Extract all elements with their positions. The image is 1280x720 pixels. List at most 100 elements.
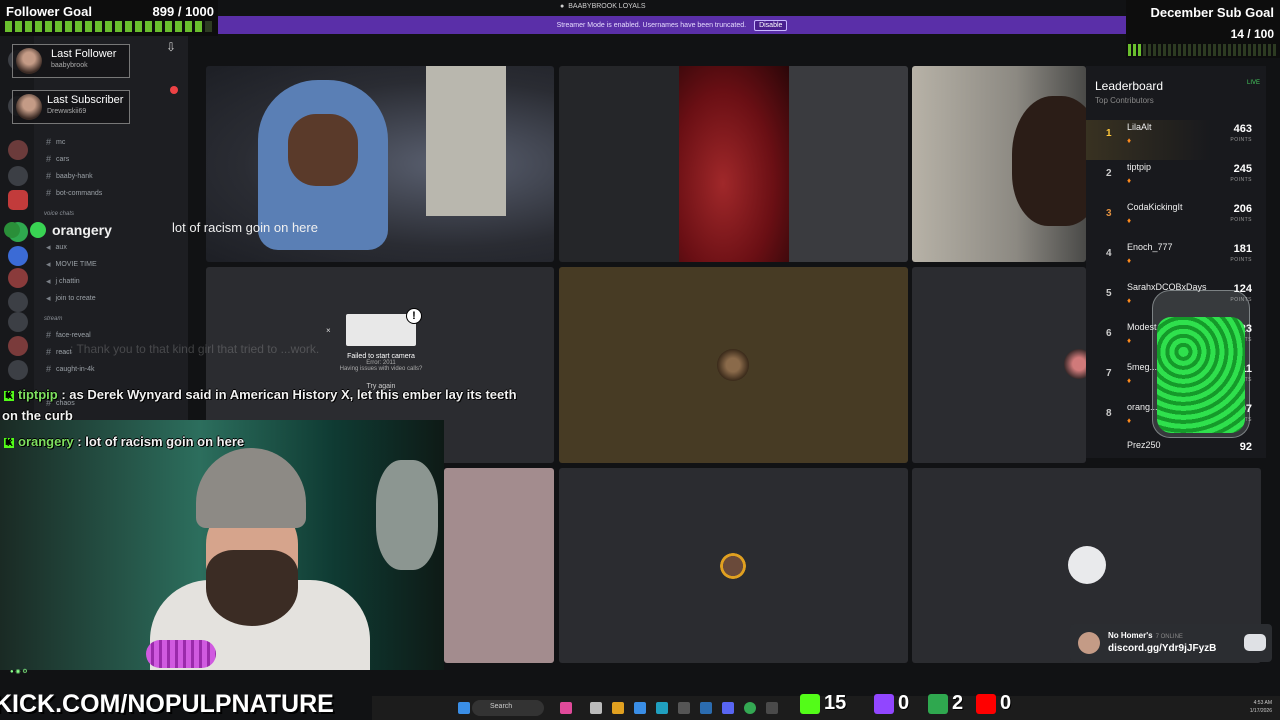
- last-follower-name: baabybrook: [51, 62, 88, 69]
- video-tile[interactable]: [444, 468, 554, 663]
- app-icon[interactable]: [590, 702, 602, 714]
- server-icon[interactable]: [8, 360, 28, 380]
- participant-avatar: [717, 349, 749, 381]
- chat-message: Ktiptpip : as Derek Wynyard said in Amer…: [4, 387, 517, 402]
- streamer-beanie: [196, 448, 306, 528]
- server-icon[interactable]: [8, 292, 28, 312]
- speaker-name: orangery: [52, 222, 112, 238]
- camera-error-panel: × Failed to start camera Error: 2011 Hav…: [326, 308, 434, 390]
- camera-error-icon: [346, 308, 422, 346]
- chat-username: tiptpip: [18, 387, 58, 402]
- microphone: [146, 640, 216, 668]
- camera-error-help[interactable]: Having issues with video calls?: [328, 366, 434, 372]
- speaker-avatar: [30, 222, 46, 238]
- leaderboard-row: 3 CodaKickingIt ♦ 206 POINTS: [1086, 200, 1266, 240]
- kick-icon: [800, 693, 820, 714]
- category-stream[interactable]: stream: [44, 316, 62, 322]
- discord-invite-card[interactable]: No Homer's 7 ONLINE discord.gg/Ydr9jJFyzB: [1070, 624, 1272, 662]
- server-icon[interactable]: [8, 336, 28, 356]
- video-tile[interactable]: [559, 468, 908, 663]
- youtube-viewer-stat: 0: [976, 692, 1011, 715]
- follower-goal-count: 899 / 1000: [152, 4, 214, 19]
- obs-icon[interactable]: [766, 702, 778, 714]
- voice-channel-item[interactable]: ◂ j chattin: [46, 276, 80, 287]
- green-platform-icon: [928, 693, 948, 714]
- points-label: POINTS: [1230, 257, 1252, 263]
- speaker-icon: ◂: [46, 293, 51, 303]
- server-icon[interactable]: [8, 268, 28, 288]
- leaderboard-name: Prez250: [1127, 440, 1161, 450]
- server-icon[interactable]: [8, 140, 28, 160]
- speaker-icon: ◂: [46, 276, 51, 286]
- leaderboard-row: 1 LilaAlt ♦ 463 POINTS: [1086, 120, 1266, 160]
- fire-icon: ♦: [1127, 176, 1132, 185]
- background-door: [426, 66, 506, 216]
- hash-icon: #: [46, 137, 52, 147]
- leaderboard-rank: 5: [1106, 288, 1112, 299]
- app-icon[interactable]: [560, 702, 572, 714]
- video-tile[interactable]: [912, 66, 1086, 262]
- fire-icon: ♦: [1127, 216, 1132, 225]
- points-label: POINTS: [1230, 137, 1252, 143]
- twitch-viewer-stat: 0: [874, 692, 909, 715]
- channel-item[interactable]: # mc: [46, 137, 65, 147]
- channel-item[interactable]: # face-reveal: [46, 330, 91, 340]
- default-avatar-icon: [1068, 546, 1106, 584]
- channel-item[interactable]: # baaby-hank: [46, 171, 93, 181]
- leaderboard-points: 206: [1233, 203, 1252, 215]
- window-title: ● BAABYBROOK LOYALS: [560, 3, 646, 10]
- leaderboard-rank: 8: [1106, 408, 1112, 419]
- taskbar-search[interactable]: Search: [472, 700, 544, 716]
- windows-start-icon[interactable]: [458, 702, 470, 714]
- steam-icon[interactable]: [722, 702, 734, 714]
- speech-caption: lot of racism goin on here: [172, 220, 318, 235]
- server-icon[interactable]: [8, 166, 28, 186]
- video-tile[interactable]: [559, 267, 908, 463]
- voice-channel-item[interactable]: ◂ MOVIE TIME: [46, 259, 97, 270]
- fire-icon: ♦: [1127, 296, 1132, 305]
- server-icon[interactable]: [8, 190, 28, 210]
- twitch-icon: [874, 693, 894, 714]
- notification-badge: [170, 86, 178, 94]
- participant-face: [288, 114, 358, 186]
- last-subscriber-card: Last Subscriber Drewwskii69: [12, 90, 130, 124]
- fire-icon: ♦: [1127, 376, 1132, 385]
- disable-button[interactable]: Disable: [754, 19, 788, 31]
- channel-item[interactable]: # bot-commands: [46, 188, 102, 198]
- discord-icon: ●: [560, 3, 565, 10]
- fire-icon: ♦: [1127, 416, 1132, 425]
- channel-item[interactable]: # caught-in-4k: [46, 364, 95, 374]
- voice-status: ● ◉ ⚙: [10, 669, 28, 675]
- download-icon[interactable]: ⇩: [166, 40, 176, 54]
- discord-server-name: No Homer's: [1108, 631, 1153, 640]
- folder-icon[interactable]: [612, 702, 624, 714]
- hash-icon: #: [46, 171, 52, 181]
- leaderboard-points: 245: [1233, 163, 1252, 175]
- server-icon[interactable]: [8, 246, 28, 266]
- leaderboard-row: 2 tiptpip ♦ 245 POINTS: [1086, 160, 1266, 200]
- points-label: POINTS: [1230, 177, 1252, 183]
- chrome-icon[interactable]: [744, 702, 756, 714]
- edge-icon[interactable]: [634, 702, 646, 714]
- sub-goal-widget: December Sub Goal 14 / 100: [1126, 0, 1280, 58]
- chat-username: orangery: [18, 434, 74, 449]
- sub-goal-title: December Sub Goal: [1150, 5, 1274, 20]
- voice-channel-item[interactable]: ◂ aux: [46, 242, 67, 253]
- server-icon[interactable]: [8, 312, 28, 332]
- video-tile[interactable]: [912, 267, 1086, 463]
- app-icon[interactable]: [678, 702, 690, 714]
- points-label: POINTS: [1230, 217, 1252, 223]
- system-clock[interactable]: 4:53 AM 1/17/2026: [1250, 699, 1272, 715]
- channel-item[interactable]: # cars: [46, 154, 69, 164]
- kick-icon: K: [4, 437, 14, 448]
- video-tile[interactable]: [559, 66, 908, 262]
- app-icon[interactable]: [656, 702, 668, 714]
- leaderboard-points: 181: [1233, 243, 1252, 255]
- app-icon[interactable]: [700, 702, 712, 714]
- participant-avatar: [713, 546, 753, 586]
- chat-text: : as Derek Wynyard said in American Hist…: [61, 387, 517, 402]
- voice-channel-item[interactable]: ◂ join to create: [46, 293, 96, 304]
- close-icon[interactable]: ×: [326, 326, 331, 335]
- category-voice-chats[interactable]: voice chats: [44, 211, 74, 217]
- tip-jar: [1152, 290, 1250, 438]
